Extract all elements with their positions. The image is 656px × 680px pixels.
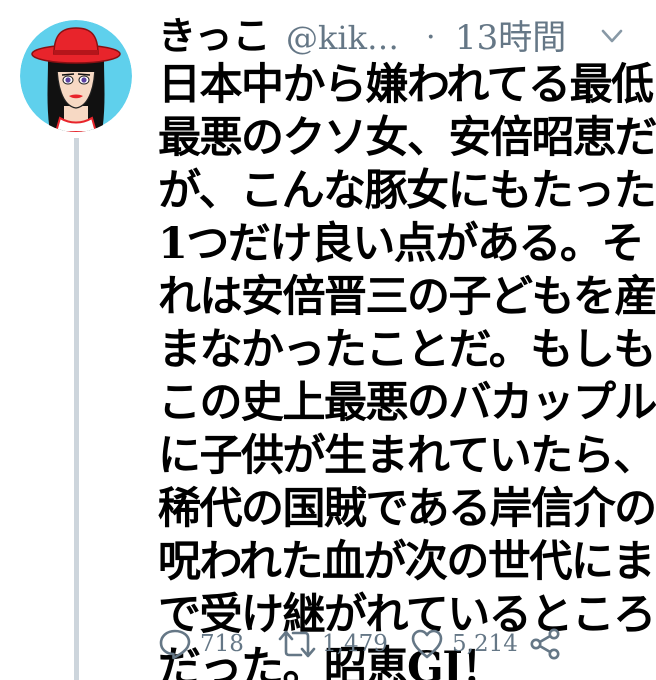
timestamp[interactable]: 13時間: [455, 14, 566, 62]
heart-icon: [411, 629, 443, 659]
retweet-button[interactable]: 1,479: [276, 624, 396, 664]
user-handle[interactable]: @kik…: [286, 14, 399, 62]
reply-button[interactable]: 718: [158, 624, 248, 664]
display-name[interactable]: きっこ: [158, 12, 270, 60]
retweet-count: 1,479: [322, 631, 388, 657]
like-count: 5,214: [452, 631, 518, 657]
reply-icon: [159, 629, 191, 660]
retweet-icon: [278, 630, 316, 658]
share-icon: [530, 628, 560, 660]
thread-line: [74, 138, 79, 680]
separator-dot: ·: [426, 20, 436, 55]
like-button[interactable]: 5,214: [410, 624, 520, 664]
avatar-illustration: [20, 20, 132, 132]
share-button[interactable]: [528, 624, 568, 664]
chevron-down-icon[interactable]: [598, 22, 626, 50]
tweet-header: きっこ @kik… · 13時間: [158, 12, 638, 60]
tweet-actions: 718 1,479 5,214: [158, 624, 638, 664]
tweet-text: 日本中から嫌われてる最低 最悪のクソ女、安倍昭恵だ が、こんな豚女にもたった 1…: [158, 60, 656, 680]
avatar[interactable]: [20, 20, 132, 132]
tweet[interactable]: きっこ @kik… · 13時間 日本中から嫌われてる最低 最悪のクソ女、安倍昭…: [0, 0, 656, 680]
reply-count: 718: [200, 631, 244, 657]
